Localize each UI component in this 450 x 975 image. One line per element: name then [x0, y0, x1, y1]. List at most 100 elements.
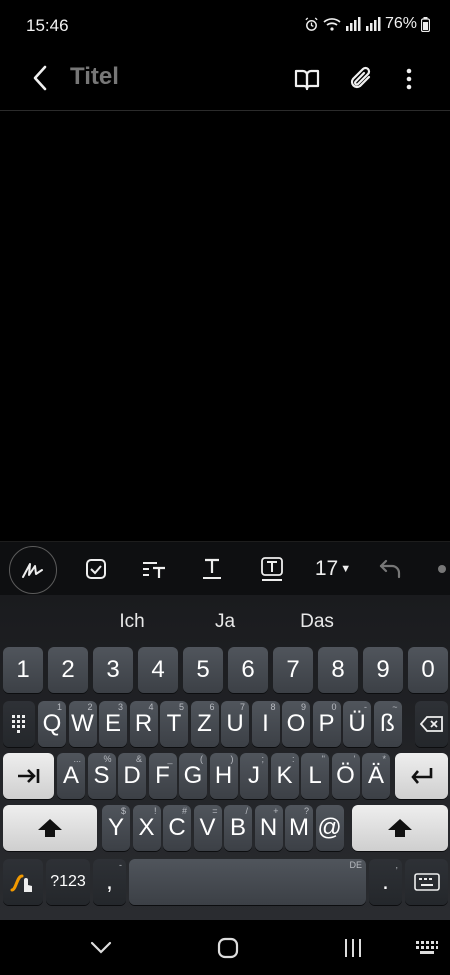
- backspace-key[interactable]: [415, 701, 448, 747]
- shift-key[interactable]: [3, 805, 97, 851]
- key-2[interactable]: 2: [48, 647, 88, 693]
- key-Ä[interactable]: Ä *: [362, 753, 390, 799]
- more-options-button[interactable]: [392, 62, 426, 96]
- title-input[interactable]: Titel: [70, 63, 119, 91]
- key-label: 3: [106, 656, 120, 683]
- key-label: 9: [376, 656, 390, 683]
- suggestion-item[interactable]: Ja: [215, 611, 235, 633]
- key-Ü[interactable]: Ü-: [343, 701, 371, 747]
- key-6[interactable]: 6: [228, 647, 268, 693]
- paragraph-style-button[interactable]: [134, 549, 174, 589]
- key-B[interactable]: B /: [224, 805, 252, 851]
- key-S[interactable]: S%: [87, 753, 116, 799]
- key-label: Ü: [348, 710, 366, 737]
- back-button[interactable]: [24, 62, 56, 94]
- key-0[interactable]: 0: [408, 647, 448, 693]
- key-label: S: [93, 762, 110, 789]
- recents-button[interactable]: [338, 933, 368, 963]
- key-T[interactable]: T5: [160, 701, 188, 747]
- key-J[interactable]: J;: [240, 753, 268, 799]
- key-A[interactable]: A...: [57, 753, 85, 799]
- key-ß[interactable]: ß ~: [373, 701, 402, 747]
- key-N[interactable]: N +: [254, 805, 283, 851]
- key-9[interactable]: 9: [363, 647, 403, 693]
- key-V[interactable]: V =: [193, 805, 222, 851]
- key-1[interactable]: 1: [3, 647, 43, 693]
- key-D[interactable]: D &: [118, 753, 146, 799]
- home-button[interactable]: [213, 933, 243, 963]
- key-G[interactable]: G(: [179, 753, 207, 799]
- key-O[interactable]: O9: [282, 701, 310, 747]
- shift-key-right[interactable]: [352, 805, 448, 851]
- key-label: K: [276, 762, 293, 789]
- backspace-icon: [419, 716, 443, 732]
- note-body[interactable]: [0, 111, 450, 541]
- tab-key[interactable]: [3, 753, 54, 799]
- key-Q[interactable]: Q1: [38, 701, 66, 747]
- swype-key[interactable]: [3, 859, 43, 905]
- key-hint: $: [120, 806, 126, 816]
- shift-icon: [38, 819, 62, 837]
- symbols-key[interactable]: ?123: [46, 859, 90, 905]
- key-X[interactable]: X!: [132, 805, 161, 851]
- key-hint: 8: [270, 702, 276, 712]
- key-K[interactable]: K:: [270, 753, 299, 799]
- key-Y[interactable]: Y $: [102, 805, 130, 851]
- key-M[interactable]: M?: [285, 805, 313, 851]
- handwriting-icon: [22, 563, 43, 578]
- key-7[interactable]: 7: [273, 647, 313, 693]
- more-tools-indicator[interactable]: [438, 565, 446, 573]
- text-box-button[interactable]: [252, 549, 292, 589]
- key-L[interactable]: L ": [301, 753, 329, 799]
- key-@[interactable]: @: [315, 805, 344, 851]
- keyboard-switch-button[interactable]: [412, 933, 442, 963]
- key-label: F: [155, 762, 170, 789]
- key-label: W: [71, 710, 94, 737]
- key-5[interactable]: 5: [183, 647, 223, 693]
- back-arrow-icon: [33, 65, 47, 91]
- key-E[interactable]: E3: [99, 701, 127, 747]
- key-hint: 6: [209, 702, 215, 712]
- key-C[interactable]: C #: [163, 805, 191, 851]
- numpad-toggle-key[interactable]: [3, 701, 35, 747]
- space-key[interactable]: DE: [129, 859, 366, 905]
- checkbox-button[interactable]: [76, 549, 116, 589]
- suggestion-item[interactable]: Ich: [119, 611, 144, 633]
- key-P[interactable]: P0: [312, 701, 341, 747]
- period-key[interactable]: .,: [369, 859, 402, 905]
- key-label: Y: [107, 814, 124, 841]
- key-label: ,: [106, 868, 113, 895]
- key-hint: ;: [261, 754, 264, 764]
- attach-button[interactable]: [345, 62, 379, 96]
- key-label: .: [382, 868, 389, 895]
- status-time: 15:46: [26, 16, 69, 35]
- key-Z[interactable]: Z6: [190, 701, 219, 747]
- text-format-button[interactable]: [192, 549, 232, 589]
- key-label: U: [226, 710, 244, 737]
- key-hint: 0: [331, 702, 337, 712]
- pen-mode-button[interactable]: [9, 546, 57, 594]
- reading-mode-button[interactable]: [290, 62, 324, 96]
- suggestion-item[interactable]: Das: [300, 611, 334, 633]
- key-Ö[interactable]: Ö ': [331, 753, 360, 799]
- comma-key[interactable]: ,-: [93, 859, 126, 905]
- key-8[interactable]: 8: [318, 647, 358, 693]
- key-H[interactable]: H): [209, 753, 238, 799]
- undo-button[interactable]: [370, 549, 410, 589]
- key-R[interactable]: R4: [129, 701, 158, 747]
- key-U[interactable]: U7: [221, 701, 249, 747]
- key-W[interactable]: W2: [68, 701, 97, 747]
- key-hint: ): [230, 754, 234, 764]
- key-label: A: [62, 762, 79, 789]
- key-label: C: [168, 814, 186, 841]
- key-4[interactable]: 4: [138, 647, 178, 693]
- enter-icon: [410, 768, 432, 784]
- key-F[interactable]: F _: [148, 753, 177, 799]
- key-I[interactable]: I8: [251, 701, 280, 747]
- keyboard-settings-key[interactable]: [405, 859, 448, 905]
- hide-keyboard-button[interactable]: [86, 933, 116, 963]
- enter-key[interactable]: [395, 753, 448, 799]
- key-3[interactable]: 3: [93, 647, 133, 693]
- key-label: E: [104, 710, 121, 737]
- font-size-dropdown[interactable]: 17 ▼: [308, 549, 358, 589]
